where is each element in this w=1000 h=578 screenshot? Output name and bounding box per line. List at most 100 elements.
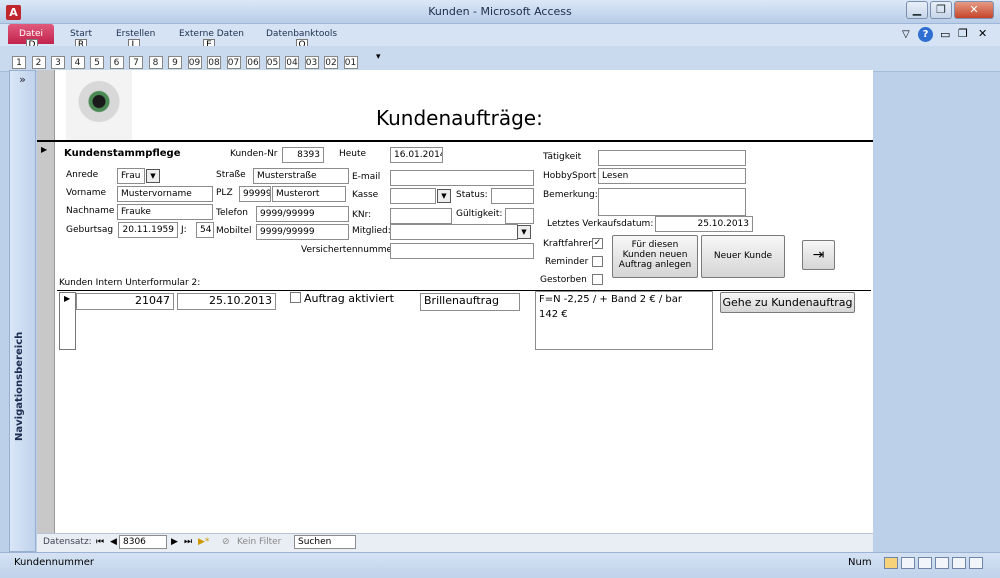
- qat-more-icon[interactable]: ▾: [376, 52, 381, 62]
- auftrag-aktiviert-checkbox[interactable]: [290, 292, 301, 303]
- alter-field[interactable]: 54: [196, 222, 214, 238]
- section-title: Kundenstammpflege: [64, 148, 181, 159]
- maximize-button[interactable]: ❐: [930, 1, 952, 19]
- close-child-icon[interactable]: ✕: [978, 27, 987, 40]
- kunden-nr-field[interactable]: 8393: [282, 147, 324, 163]
- numlock-indicator: Num: [848, 557, 872, 568]
- bemerkung-field[interactable]: [598, 188, 746, 216]
- heute-field[interactable]: 16.01.2014: [390, 147, 443, 163]
- strasse-label: Straße: [216, 170, 246, 180]
- qat-keytip: 2: [31, 56, 46, 69]
- taetigkeit-label: Tätigkeit: [543, 152, 582, 162]
- nachname-field[interactable]: Frauke: [117, 204, 213, 220]
- last-record-icon[interactable]: ⏭: [184, 537, 192, 547]
- pivot-table-view-icon[interactable]: [918, 557, 932, 569]
- eye-logo: [66, 70, 132, 140]
- hobby-label: HobbySport: [543, 171, 597, 181]
- minimize-button[interactable]: ▁: [906, 1, 928, 19]
- tab-externe-daten[interactable]: Externe Daten: [179, 29, 244, 39]
- navigation-pane[interactable]: » Navigationsbereich: [9, 70, 36, 552]
- pivot-chart-view-icon[interactable]: [935, 557, 949, 569]
- qat-keytip: 08: [207, 56, 221, 69]
- tab-erstellen[interactable]: Erstellen: [116, 29, 155, 39]
- kasse-dropdown-icon[interactable]: ▼: [437, 189, 451, 203]
- ribbon-collapse-icon[interactable]: ▽: [902, 29, 910, 40]
- new-order-button[interactable]: Für diesen Kunden neuen Auftrag anlegen: [612, 235, 698, 278]
- current-record-field[interactable]: 8306: [119, 535, 167, 549]
- anrede-dropdown-icon[interactable]: ▼: [146, 169, 160, 183]
- gueltigkeit-label: Gültigkeit:: [456, 209, 503, 219]
- first-record-icon[interactable]: ⏮: [96, 537, 104, 547]
- mitglied-dropdown-icon[interactable]: ▼: [517, 225, 531, 239]
- search-field[interactable]: Suchen: [294, 535, 356, 549]
- auftrag-typ-field[interactable]: Brillenauftrag: [420, 293, 520, 311]
- anrede-field[interactable]: Frau: [117, 168, 145, 184]
- datasheet-view-icon[interactable]: [901, 557, 915, 569]
- qat-keytip: 04: [285, 56, 299, 69]
- email-label: E-mail: [352, 172, 381, 182]
- geburtstag-field[interactable]: 20.11.1959: [118, 222, 178, 238]
- status-field[interactable]: [491, 188, 534, 204]
- vorname-field[interactable]: Mustervorname: [117, 186, 213, 202]
- form-view-icon[interactable]: [884, 557, 898, 569]
- plz-field[interactable]: 99999: [239, 186, 271, 202]
- window-title: Kunden - Microsoft Access: [428, 5, 572, 18]
- kasse-field[interactable]: [390, 188, 436, 204]
- gestorben-checkbox[interactable]: [592, 274, 603, 285]
- geburtstag-label: Geburtsag: [66, 225, 114, 235]
- auftrag-aktiviert-label: Auftrag aktiviert: [304, 292, 394, 305]
- qat-keytip: 3: [51, 56, 65, 69]
- knr-field[interactable]: [390, 208, 452, 224]
- telefon-label: Telefon: [216, 208, 248, 218]
- strasse-field[interactable]: Musterstraße: [253, 168, 349, 184]
- reminder-label: Reminder: [545, 257, 589, 267]
- layout-view-icon[interactable]: [952, 557, 966, 569]
- auftrag-notiz-field[interactable]: F=N -2,25 / + Band 2 € / bar 142 €: [535, 291, 713, 350]
- verkaufsdatum-field[interactable]: 25.10.2013: [655, 216, 753, 232]
- close-button[interactable]: ✕: [954, 1, 994, 19]
- filter-status[interactable]: Kein Filter: [237, 537, 281, 547]
- help-icon[interactable]: ?: [918, 27, 933, 42]
- exit-door-icon[interactable]: ⇥: [802, 240, 835, 270]
- email-field[interactable]: [390, 170, 534, 186]
- status-label: Status:: [456, 190, 488, 200]
- auftrag-nr-field[interactable]: 21047: [76, 293, 174, 310]
- restore-window-icon[interactable]: ❐: [958, 27, 968, 40]
- telefon-field[interactable]: 9999/99999: [256, 206, 349, 222]
- new-record-icon[interactable]: ▶*: [198, 537, 209, 547]
- next-record-icon[interactable]: ▶: [171, 537, 178, 547]
- expand-chevron-icon[interactable]: »: [10, 73, 35, 86]
- versichertennummer-label: Versichertennummer:: [301, 245, 399, 255]
- taetigkeit-field[interactable]: [598, 150, 746, 166]
- alter-label: J:: [181, 225, 187, 235]
- hobby-field[interactable]: Lesen: [598, 168, 746, 184]
- ort-field[interactable]: Musterort: [272, 186, 346, 202]
- qat-keytip: 03: [304, 56, 319, 69]
- gueltigkeit-field[interactable]: [505, 208, 534, 224]
- mobiltel-field[interactable]: 9999/99999: [256, 224, 349, 240]
- qat-keytip: 06: [246, 56, 260, 69]
- prev-record-icon[interactable]: ◀: [110, 537, 117, 547]
- goto-order-button[interactable]: Gehe zu Kundenauftrag: [720, 292, 855, 313]
- qat-keytip: 1: [12, 56, 26, 69]
- subform-label: Kunden Intern Unterformular 2:: [59, 278, 201, 288]
- kasse-label: Kasse: [352, 190, 379, 200]
- verkaufsdatum-label: Letztes Verkaufsdatum:: [547, 219, 654, 229]
- bemerkung-label: Bemerkung:: [543, 190, 598, 200]
- tab-datenbanktools[interactable]: Datenbanktools: [266, 29, 337, 39]
- tab-start[interactable]: Start: [70, 29, 92, 39]
- reminder-checkbox[interactable]: [592, 256, 603, 267]
- new-customer-button[interactable]: Neuer Kunde: [701, 235, 785, 278]
- gestorben-label: Gestorben: [540, 275, 587, 285]
- qat-keytip: 05: [265, 56, 280, 69]
- design-view-icon[interactable]: [969, 557, 983, 569]
- qat-keytip: 6: [109, 56, 124, 69]
- auftrag-datum-field[interactable]: 25.10.2013: [177, 293, 276, 310]
- kraftfahrer-checkbox[interactable]: ✓: [592, 238, 603, 249]
- mitglied-field[interactable]: [390, 224, 518, 240]
- knr-label: KNr:: [352, 210, 372, 220]
- restore-child-icon[interactable]: ▭: [940, 28, 950, 41]
- filter-icon[interactable]: ⊘: [222, 537, 230, 547]
- versichertennummer-field[interactable]: [390, 243, 534, 259]
- nav-pane-label[interactable]: Navigationsbereich: [14, 332, 25, 441]
